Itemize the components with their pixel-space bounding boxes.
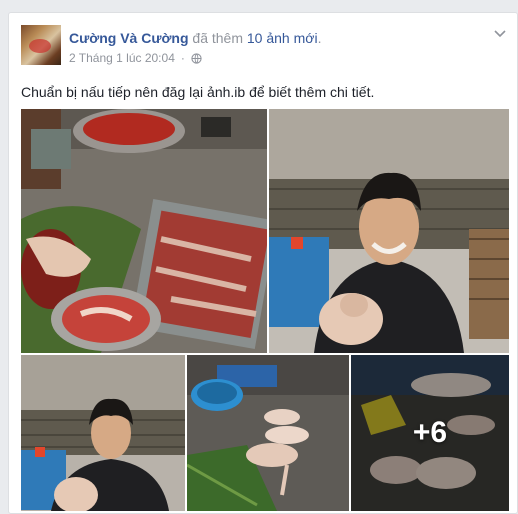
post-photo-3[interactable]: [21, 355, 185, 511]
post-meta: 2 Tháng 1 lúc 20:04 ·: [69, 51, 202, 65]
post-photo-2[interactable]: [269, 109, 509, 353]
post-photo-1[interactable]: [21, 109, 267, 353]
more-photos-count: +6: [412, 416, 448, 449]
post-headline: Cường Và Cường đã thêm 10 ảnh mới.: [69, 29, 321, 47]
post-action-text: đã thêm: [192, 30, 243, 46]
chevron-down-icon[interactable]: [493, 29, 507, 39]
author-avatar[interactable]: [21, 25, 61, 65]
globe-icon[interactable]: [191, 52, 202, 64]
headline-period: .: [317, 30, 322, 46]
meta-separator: ·: [180, 51, 185, 65]
feed-post: Cường Và Cường đã thêm 10 ảnh mới. 2 Thá…: [8, 12, 518, 514]
author-name-link[interactable]: Cường Và Cường: [69, 30, 189, 46]
post-timestamp-link[interactable]: 2 Tháng 1 lúc 20:04: [69, 51, 175, 65]
new-photos-link[interactable]: 10 ảnh mới: [247, 30, 318, 46]
post-text: Chuẩn bị nấu tiếp nên đăg lại ảnh.ib để …: [21, 84, 375, 100]
post-photo-5[interactable]: +6: [351, 355, 509, 511]
more-photos-overlay[interactable]: +6: [351, 355, 509, 511]
post-photo-4[interactable]: [187, 355, 349, 511]
